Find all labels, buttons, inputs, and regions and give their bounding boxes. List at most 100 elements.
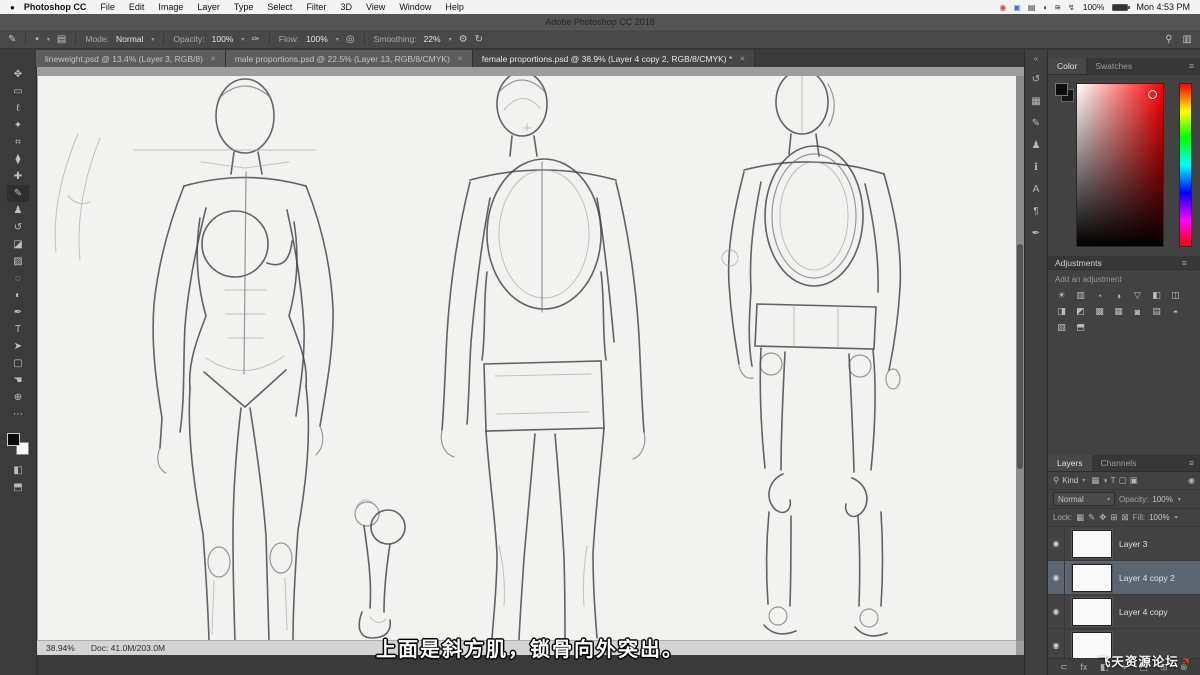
photo-filter-icon[interactable]: ◩ [1074,305,1087,318]
layer-visibility-icon[interactable]: ◉ [1048,527,1065,560]
pen-tool-icon[interactable]: ✒ [7,304,29,321]
tab-layers[interactable]: Layers [1048,455,1092,471]
link-layers-icon[interactable]: ⊂ [1060,662,1068,673]
filter-adjustment-layers-icon[interactable]: ◑ [1102,475,1107,486]
layer-thumbnail[interactable] [1072,563,1112,592]
character-panel-icon[interactable]: A [1027,180,1045,198]
type-tool-icon[interactable]: T [7,321,29,338]
clone-stamp-tool-icon[interactable]: ♟ [7,202,29,219]
scrollbar-thumb[interactable] [1017,244,1023,469]
smoothing-dropdown[interactable]: 22% [424,34,441,44]
lasso-tool-icon[interactable]: ℓ [7,100,29,117]
pen-presets-panel-icon[interactable]: ✒ [1027,224,1045,242]
display-icon[interactable]: ▤ [1028,3,1036,12]
menu-app-name[interactable]: Photoshop CC [17,2,94,12]
volume-icon[interactable]: ◖ [1042,3,1047,12]
search-icon[interactable]: ⚲ [1165,34,1172,45]
info-panel-icon[interactable]: ℹ [1027,158,1045,176]
menu-clock[interactable]: Mon 4:53 PM [1136,2,1190,12]
lock-artboard-icon[interactable]: ⊞ [1110,512,1117,523]
paragraph-panel-icon[interactable]: ¶ [1027,202,1045,220]
layer-thumbnail[interactable] [1072,529,1112,558]
panel-menu-icon[interactable]: ≡ [1189,61,1194,71]
menu-item[interactable]: View [359,2,392,12]
layer-row[interactable]: ◉ Layer 4 copy 2 [1048,561,1200,595]
eyedropper-tool-icon[interactable]: ⧫ [7,151,29,168]
filter-shape-layers-icon[interactable]: ▢ [1119,475,1127,486]
swatches-panel-icon[interactable]: ▦ [1027,92,1045,110]
layer-effects-icon[interactable]: fx [1080,662,1087,672]
menu-item[interactable]: Window [392,2,438,12]
flow-dropdown[interactable]: 100% [306,34,328,44]
posterize-icon[interactable]: ▤ [1150,305,1163,318]
curves-icon[interactable]: ◔ [1093,289,1106,302]
threshold-icon[interactable]: ◓ [1169,305,1182,318]
gradient-map-icon[interactable]: ⬒ [1074,321,1087,334]
lock-position-icon[interactable]: ✥ [1099,512,1106,523]
menu-item[interactable]: Image [151,2,190,12]
brush-settings-toggle-icon[interactable]: ▤ [57,34,66,45]
lock-image-pixels-icon[interactable]: ✎ [1088,512,1095,523]
hand-tool-icon[interactable]: ☚ [7,372,29,389]
menu-item[interactable]: Layer [190,2,227,12]
brush-angle-icon[interactable]: ↻ [475,34,483,45]
document-canvas[interactable] [38,76,1016,641]
vibrance-icon[interactable]: ▽ [1131,289,1144,302]
menu-item[interactable]: File [93,2,122,12]
filter-type-layers-icon[interactable]: T [1110,475,1115,486]
layer-name[interactable]: Layer 3 [1119,539,1147,549]
brush-settings-panel-icon[interactable]: ✎ [1027,114,1045,132]
history-brush-tool-icon[interactable]: ↺ [7,219,29,236]
blend-mode-dropdown[interactable]: Normal ▾ [1053,492,1115,506]
color-picker-gradient[interactable] [1076,83,1164,247]
gear-icon[interactable]: ⚙ [459,34,468,45]
menu-item[interactable]: Select [260,2,299,12]
lock-transparent-pixels-icon[interactable]: ▦ [1076,512,1084,523]
edit-toolbar-icon[interactable]: ⋯ [7,406,29,423]
document-tab[interactable]: female proportions.psd @ 38.9% (Layer 4 … [472,50,756,67]
clone-source-panel-icon[interactable]: ♟ [1027,136,1045,154]
quick-mask-icon[interactable]: ◧ [13,465,22,476]
document-tab[interactable]: male proportions.psd @ 22.5% (Layer 13, … [225,50,473,67]
color-picker-cursor[interactable] [1148,90,1157,99]
airbrush-icon[interactable]: ◎ [346,34,355,45]
selective-color-icon[interactable]: ▧ [1055,321,1068,334]
layer-name[interactable]: Layer 4 copy [1119,607,1168,617]
lock-all-icon[interactable]: ⊠ [1122,512,1129,523]
layer-filter-toggle[interactable]: ◉ [1188,476,1195,485]
gradient-tool-icon[interactable]: ▨ [7,253,29,270]
active-tool-icon[interactable]: ✎ [8,34,16,45]
screen-mode-icon[interactable]: ⬒ [13,482,22,493]
menu-item[interactable]: 3D [333,2,359,12]
crop-tool-icon[interactable]: ⌗ [7,134,29,151]
path-selection-tool-icon[interactable]: ➤ [7,338,29,355]
invert-icon[interactable]: ◙ [1131,305,1144,318]
blue-app-icon[interactable]: ▣ [1013,3,1021,12]
tab-close-icon[interactable]: ✕ [210,55,216,63]
brush-tool-icon[interactable]: ✎ [7,185,29,202]
tab-channels[interactable]: Channels [1092,455,1146,471]
layer-row[interactable]: ◉ Layer 3 [1048,527,1200,561]
layer-visibility-icon[interactable]: ◉ [1048,561,1065,594]
expand-panels-icon[interactable]: « [1034,54,1038,63]
tab-close-icon[interactable]: ✕ [457,55,463,63]
move-tool-icon[interactable]: ✥ [7,66,29,83]
layers-opacity-dropdown[interactable]: 100% [1152,495,1172,504]
levels-icon[interactable]: ▥ [1074,289,1087,302]
brightness-contrast-icon[interactable]: ☀ [1055,289,1068,302]
menu-item[interactable]: Edit [122,2,152,12]
layer-visibility-icon[interactable]: ◉ [1048,595,1065,628]
channel-mixer-icon[interactable]: ▩ [1093,305,1106,318]
hue-saturation-icon[interactable]: ◧ [1150,289,1163,302]
black-white-icon[interactable]: ◨ [1055,305,1068,318]
opacity-dropdown[interactable]: 100% [212,34,234,44]
dodge-tool-icon[interactable]: ◐ [7,287,29,304]
filter-pixel-layers-icon[interactable]: ▦ [1091,475,1099,486]
panel-foreground-color-swatch[interactable] [1055,83,1068,96]
foreground-color-swatch[interactable] [7,433,20,446]
menu-item[interactable]: Type [227,2,261,12]
panel-menu-icon[interactable]: ≡ [1189,458,1194,468]
mode-dropdown[interactable]: Normal [116,34,143,44]
tab-color[interactable]: Color [1048,58,1087,74]
vertical-scrollbar[interactable] [1016,76,1024,641]
